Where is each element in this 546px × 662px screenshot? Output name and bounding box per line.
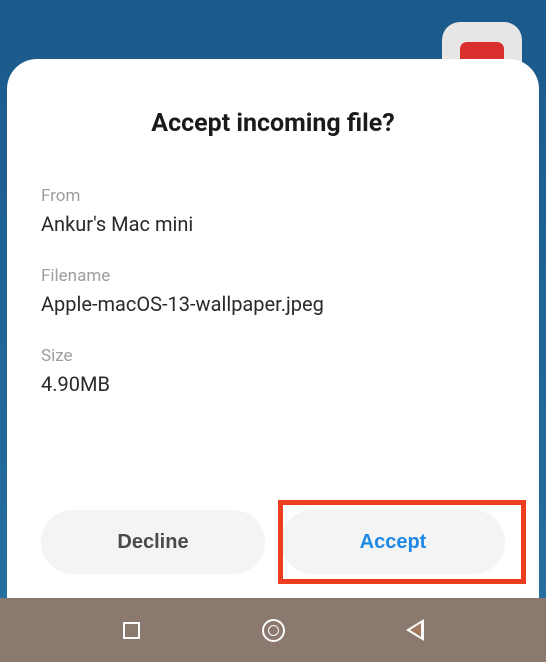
field-size: Size 4.90MB (41, 346, 505, 396)
field-from: From Ankur's Mac mini (41, 186, 505, 236)
triangle-icon (406, 619, 424, 641)
size-label: Size (41, 346, 505, 366)
decline-button[interactable]: Decline (41, 510, 265, 574)
field-filename: Filename Apple-macOS-13-wallpaper.jpeg (41, 266, 505, 316)
from-label: From (41, 186, 505, 206)
recents-button[interactable] (111, 610, 151, 650)
incoming-file-dialog: Accept incoming file? From Ankur's Mac m… (7, 59, 539, 598)
home-button[interactable] (253, 610, 293, 650)
filename-label: Filename (41, 266, 505, 286)
dialog-title: Accept incoming file? (41, 109, 505, 138)
circle-icon (262, 619, 285, 642)
back-button[interactable] (395, 610, 435, 650)
filename-value: Apple-macOS-13-wallpaper.jpeg (41, 292, 505, 316)
android-navbar (0, 598, 546, 662)
dialog-buttons: Decline Accept (41, 502, 505, 574)
accept-button[interactable]: Accept (281, 510, 505, 574)
square-icon (123, 622, 140, 639)
size-value: 4.90MB (41, 372, 505, 396)
from-value: Ankur's Mac mini (41, 212, 505, 236)
